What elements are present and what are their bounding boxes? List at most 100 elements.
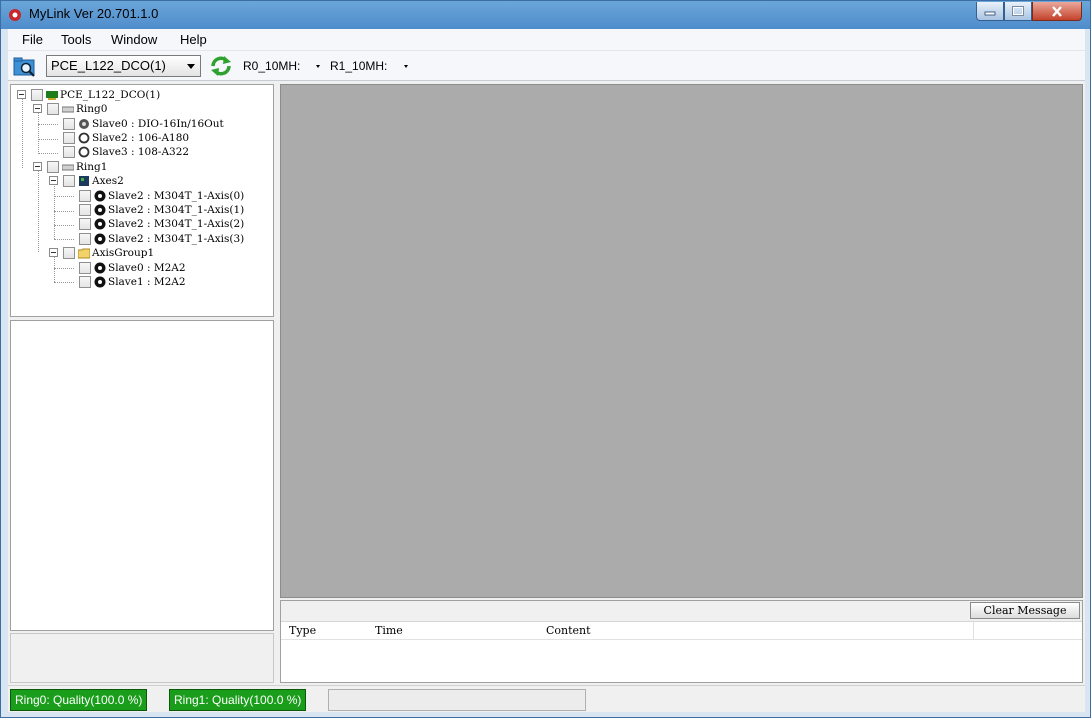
module-ring-icon: [78, 132, 90, 144]
ring-icon: [62, 106, 74, 113]
message-list-header: Type Time Content: [281, 622, 1082, 640]
menu-window[interactable]: Window: [111, 32, 157, 47]
node-checkbox[interactable]: [79, 233, 91, 245]
tree-node-label: Axes2: [92, 175, 124, 187]
refresh-icon[interactable]: [208, 54, 234, 78]
node-checkbox[interactable]: [63, 247, 75, 259]
tree-line: [54, 239, 74, 240]
tree-node-label: Slave2 : M304T_1-Axis(1): [108, 204, 245, 216]
menu-help[interactable]: Help: [180, 32, 207, 47]
tree-line: [22, 98, 23, 168]
menu-bar: File Tools Window Help: [8, 29, 1085, 51]
node-checkbox[interactable]: [31, 89, 43, 101]
module-ring-icon: [78, 146, 90, 158]
status-message-field: [328, 689, 586, 711]
node-checkbox[interactable]: [63, 175, 75, 187]
motor-axis-icon: [94, 218, 106, 230]
tree-node-label: AxisGroup1: [92, 247, 155, 259]
ring0-rate-select[interactable]: R0_10MH:: [243, 59, 300, 73]
tree-line: [38, 153, 58, 154]
node-checkbox[interactable]: [47, 103, 59, 115]
ring0-quality-status: Ring0: Quality(100.0 %): [10, 689, 148, 711]
motor-axis-icon: [94, 233, 106, 245]
property-panel: [10, 320, 274, 631]
column-content[interactable]: Content: [546, 624, 591, 637]
tree-line: [54, 196, 74, 197]
motor-axis-icon: [94, 190, 106, 202]
maximize-icon: [1012, 6, 1024, 16]
motor-axis-icon: [94, 204, 106, 216]
tree-line: [54, 211, 74, 212]
motor-axis-icon: [94, 262, 106, 274]
node-checkbox[interactable]: [63, 146, 75, 158]
node-checkbox[interactable]: [79, 262, 91, 274]
search-device-icon[interactable]: [13, 56, 37, 78]
ring0-rate-arrow-icon[interactable]: [316, 65, 320, 68]
node-checkbox[interactable]: [47, 161, 59, 173]
tree-node-label: Slave3 : 108-A322: [92, 146, 190, 158]
minimize-icon: [984, 11, 996, 16]
title-bar[interactable]: MyLink Ver 20.701.1.0: [1, 1, 1090, 29]
tree-node-label: Slave2 : 106-A180: [92, 132, 190, 144]
tree-line: [38, 169, 39, 252]
message-panel: Clear Message Type Time Content: [280, 600, 1083, 683]
tree-node-label: Slave2 : M304T_1-Axis(2): [108, 218, 245, 230]
motor-axis-icon: [94, 276, 106, 288]
main-window: MyLink Ver 20.701.1.0 File Tools Window …: [0, 0, 1091, 718]
device-select-value: PCE_L122_DCO(1): [51, 58, 166, 73]
menu-tools[interactable]: Tools: [61, 32, 91, 47]
node-checkbox[interactable]: [63, 132, 75, 144]
message-list[interactable]: Type Time Content: [281, 621, 1082, 682]
node-checkbox[interactable]: [79, 190, 91, 202]
column-type[interactable]: Type: [289, 624, 316, 637]
tree-node-label: Ring0: [76, 103, 108, 115]
tree-node-label: PCE_L122_DCO(1): [60, 89, 161, 101]
node-checkbox[interactable]: [79, 204, 91, 216]
client-area: File Tools Window Help PCE_L122_DCO(1) R…: [8, 29, 1085, 712]
property-description-panel: [10, 633, 274, 683]
tree-line: [54, 225, 74, 226]
device-tree-panel: PCE_L122_DCO(1) Ring0 Slave0 : DIO-16In/…: [10, 84, 274, 317]
tree-node-label: Slave0 : M2A2: [108, 262, 186, 274]
toolbar: PCE_L122_DCO(1) R0_10MH: R1_10MH:: [8, 51, 1085, 81]
collapse-icon[interactable]: [33, 162, 42, 171]
tree-node-label: Slave2 : M304T_1-Axis(0): [108, 190, 245, 202]
close-button[interactable]: [1032, 2, 1082, 21]
tree-line: [38, 139, 58, 140]
status-bar: Ring0: Quality(100.0 %) Ring1: Quality(1…: [8, 685, 1085, 712]
minimize-button[interactable]: [976, 2, 1004, 21]
pci-card-icon: [46, 91, 58, 100]
tree-node-label: Slave0 : DIO-16In/16Out: [92, 118, 224, 130]
tree-line: [54, 268, 74, 269]
collapse-icon[interactable]: [49, 248, 58, 257]
window-title: MyLink Ver 20.701.1.0: [29, 6, 159, 21]
close-icon: [1052, 5, 1062, 17]
column-time[interactable]: Time: [375, 624, 403, 637]
clear-message-button[interactable]: Clear Message: [970, 602, 1080, 619]
chevron-down-icon: [187, 64, 195, 69]
mdi-workspace: [280, 84, 1083, 598]
tree-line: [38, 110, 39, 154]
node-checkbox[interactable]: [63, 118, 75, 130]
device-select[interactable]: PCE_L122_DCO(1): [46, 55, 201, 77]
collapse-icon[interactable]: [33, 104, 42, 113]
axes-icon: [79, 176, 89, 186]
maximize-button[interactable]: [1004, 2, 1032, 21]
node-checkbox[interactable]: [79, 276, 91, 288]
folder-icon: [78, 248, 90, 259]
collapse-icon[interactable]: [17, 90, 26, 99]
ring1-rate-select[interactable]: R1_10MH:: [330, 59, 387, 73]
tree-line: [38, 124, 58, 125]
ring1-quality-status: Ring1: Quality(100.0 %): [169, 689, 307, 711]
node-checkbox[interactable]: [79, 218, 91, 230]
app-logo-icon: [9, 9, 21, 21]
column-divider: [973, 622, 974, 640]
collapse-icon[interactable]: [49, 176, 58, 185]
tree-node-label: Slave1 : M2A2: [108, 276, 186, 288]
tree-node-label: Ring1: [76, 161, 108, 173]
ring1-rate-arrow-icon[interactable]: [404, 65, 408, 68]
menu-file[interactable]: File: [22, 32, 43, 47]
ring-icon: [62, 164, 74, 171]
dio-module-icon: [79, 119, 89, 129]
tree-line: [54, 282, 74, 283]
